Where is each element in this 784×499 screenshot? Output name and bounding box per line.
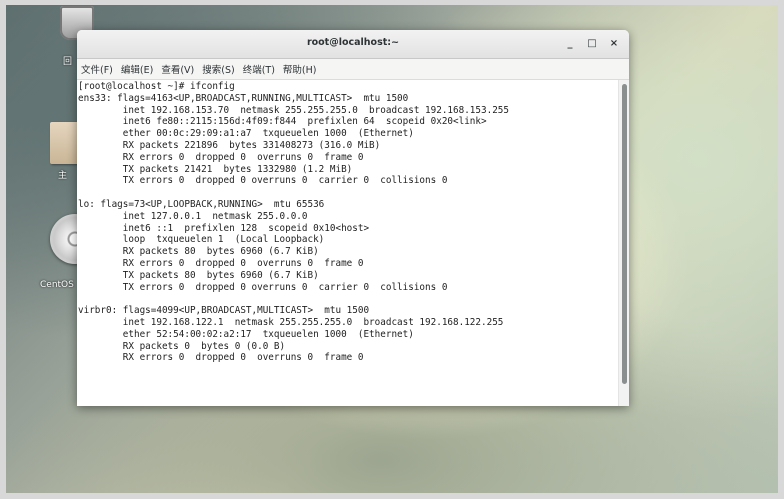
window-title: root@localhost:~	[306, 37, 400, 48]
dvd-disc-label: CentOS	[40, 280, 74, 290]
menu-view[interactable]: 查看(V)	[161, 62, 194, 76]
menu-file[interactable]: 文件(F)	[81, 62, 113, 76]
menu-edit[interactable]: 编辑(E)	[121, 62, 153, 76]
title-bar[interactable]: root@localhost:~ _ □ ×	[77, 30, 629, 59]
scrollbar-thumb[interactable]	[622, 84, 627, 384]
terminal-line: RX packets 80 bytes 6960 (6.7 KiB)	[78, 246, 319, 258]
terminal-line: inet6 fe80::2115:156d:4f09:f844 prefixle…	[78, 116, 487, 128]
terminal-line: ether 00:0c:29:09:a1:a7 txqueuelen 1000 …	[78, 128, 414, 140]
terminal-line: TX errors 0 dropped 0 overruns 0 carrier…	[78, 281, 448, 293]
maximize-button[interactable]: □	[583, 35, 601, 53]
terminal-line: inet 127.0.0.1 netmask 255.0.0.0	[78, 210, 308, 222]
terminal-line: RX packets 221896 bytes 331408273 (316.0…	[78, 139, 381, 151]
menu-help[interactable]: 帮助(H)	[283, 62, 317, 76]
terminal-line: ens33: flags=4163<UP,BROADCAST,RUNNING,M…	[78, 92, 409, 104]
terminal-line: RX errors 0 dropped 0 overruns 0 frame 0	[78, 352, 364, 364]
menu-terminal[interactable]: 终端(T)	[243, 62, 275, 76]
scrollbar[interactable]	[618, 80, 629, 406]
menu-search[interactable]: 搜索(S)	[202, 62, 234, 76]
terminal-line: RX packets 0 bytes 0 (0.0 B)	[78, 340, 286, 352]
terminal-line: inet6 ::1 prefixlen 128 scopeid 0x10<hos…	[78, 222, 370, 234]
terminal-line: inet 192.168.122.1 netmask 255.255.255.0…	[78, 316, 504, 328]
terminal-line: loop txqueuelen 1 (Local Loopback)	[78, 234, 325, 246]
terminal-line: ether 52:54:00:02:a2:17 txqueuelen 1000 …	[78, 328, 414, 340]
trash-label: 回	[63, 57, 73, 67]
terminal-line: TX packets 21421 bytes 1332980 (1.2 MiB)	[78, 163, 353, 175]
home-folder-label: 主	[58, 171, 68, 181]
terminal-line: RX errors 0 dropped 0 overruns 0 frame 0	[78, 151, 364, 163]
terminal-line: virbr0: flags=4099<UP,BROADCAST,MULTICAS…	[78, 305, 370, 317]
terminal-line: [root@localhost ~]# ifconfig	[78, 81, 235, 92]
close-button[interactable]: ×	[605, 35, 623, 53]
terminal-line: RX errors 0 dropped 0 overruns 0 frame 0	[78, 257, 364, 269]
menu-bar: 文件(F) 编辑(E) 查看(V) 搜索(S) 终端(T) 帮助(H)	[77, 59, 629, 80]
terminal-window: root@localhost:~ _ □ × 文件(F) 编辑(E) 查看(V)…	[77, 30, 629, 406]
terminal-line: TX packets 80 bytes 6960 (6.7 KiB)	[78, 269, 319, 281]
minimize-button[interactable]: _	[561, 35, 579, 53]
terminal-line: inet 192.168.153.70 netmask 255.255.255.…	[78, 104, 509, 116]
terminal-line: TX errors 0 dropped 0 overruns 0 carrier…	[78, 175, 448, 187]
terminal-line: lo: flags=73<UP,LOOPBACK,RUNNING> mtu 65…	[78, 198, 325, 210]
terminal-output[interactable]: [root@localhost ~]# ifconfig ens33: flags…	[77, 80, 619, 406]
